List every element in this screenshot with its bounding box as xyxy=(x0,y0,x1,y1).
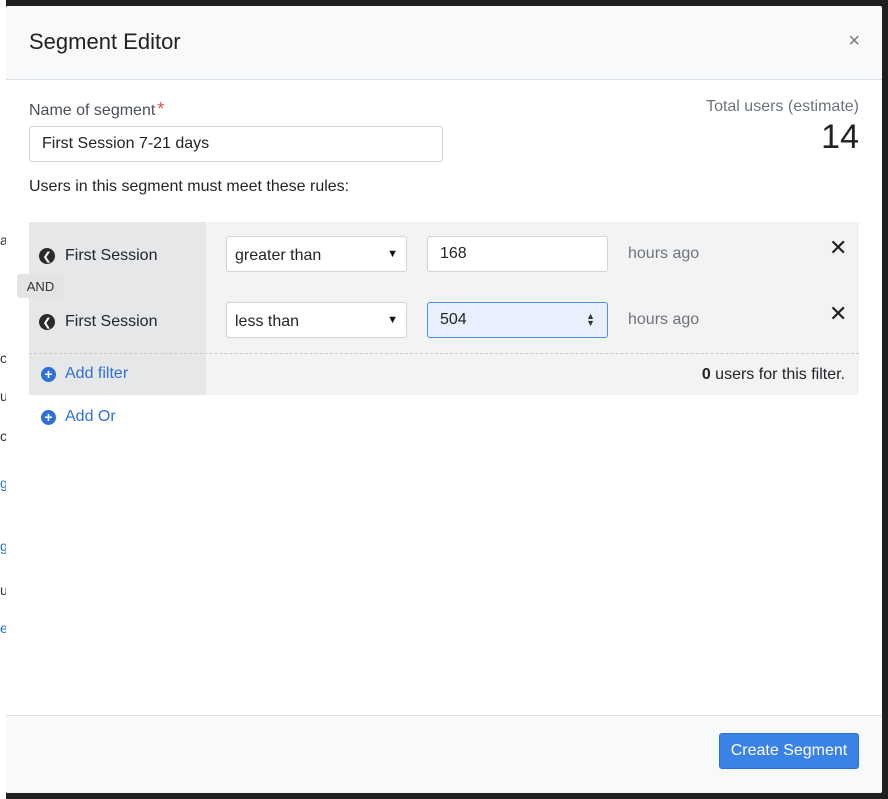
unit-label-2: hours ago xyxy=(628,311,700,328)
operator-value: greater than xyxy=(235,247,322,264)
filter-user-count: 0 users for this filter. xyxy=(702,366,845,384)
spinner-icon[interactable]: ▲ ▼ xyxy=(586,312,595,328)
create-segment-button[interactable]: Create Segment xyxy=(719,733,859,769)
operator-select-2[interactable]: less than ▼ xyxy=(226,302,407,338)
segment-name-label-text: Name of segment xyxy=(29,102,156,119)
close-icon[interactable]: × xyxy=(848,31,860,51)
plus-circle-icon: + xyxy=(41,366,56,382)
add-or-label: Add Or xyxy=(65,408,116,425)
input-value: 504 xyxy=(440,311,467,328)
and-connector-badge: AND xyxy=(17,274,64,298)
filter-field-label: First Session xyxy=(65,313,158,330)
caret-down-icon: ▼ xyxy=(387,248,398,260)
segment-name-label: Name of segment * xyxy=(29,99,164,120)
value-input-2[interactable]: 504 ▲ ▼ xyxy=(427,302,608,338)
total-users-label: Total users (estimate) xyxy=(706,98,859,115)
rule-group: ❮ First Session greater than ▼ 168 hours… xyxy=(29,222,859,395)
filter-field-label: First Session xyxy=(65,247,158,264)
required-marker: * xyxy=(157,99,165,119)
caret-down-icon: ▼ xyxy=(387,314,398,326)
plus-circle-icon: + xyxy=(41,409,56,425)
input-value: 168 xyxy=(440,245,467,262)
value-input-1[interactable]: 168 xyxy=(427,236,608,272)
modal-footer: Create Segment xyxy=(6,715,882,793)
filter-field-1[interactable]: ❮ First Session xyxy=(39,246,157,266)
rule-divider xyxy=(29,353,859,354)
modal-header: Segment Editor × xyxy=(6,6,882,80)
add-filter-label: Add filter xyxy=(65,365,129,382)
filter-field-2[interactable]: ❮ First Session xyxy=(39,312,157,332)
modal-title: Segment Editor xyxy=(29,29,181,54)
close-icon[interactable]: ✕ xyxy=(829,237,847,259)
arrow-left-circle-icon: ❮ xyxy=(39,314,55,330)
total-users-count: 14 xyxy=(821,118,859,156)
arrow-left-circle-icon: ❮ xyxy=(39,248,55,264)
unit-label-1: hours ago xyxy=(628,245,700,262)
add-or-link[interactable]: + Add Or xyxy=(41,408,116,426)
rules-description: Users in this segment must meet these ru… xyxy=(29,178,350,195)
segment-editor-modal: Segment Editor × Name of segment* Total … xyxy=(6,6,882,793)
operator-select-1[interactable]: greater than ▼ xyxy=(226,236,407,272)
segment-name-input[interactable] xyxy=(29,126,443,162)
add-filter-link[interactable]: + Add filter xyxy=(41,365,128,383)
operator-value: less than xyxy=(235,313,300,330)
filter-user-count-number: 0 xyxy=(701,366,711,383)
filter-user-count-text: users for this filter. xyxy=(710,366,845,383)
close-icon[interactable]: ✕ xyxy=(829,303,847,325)
